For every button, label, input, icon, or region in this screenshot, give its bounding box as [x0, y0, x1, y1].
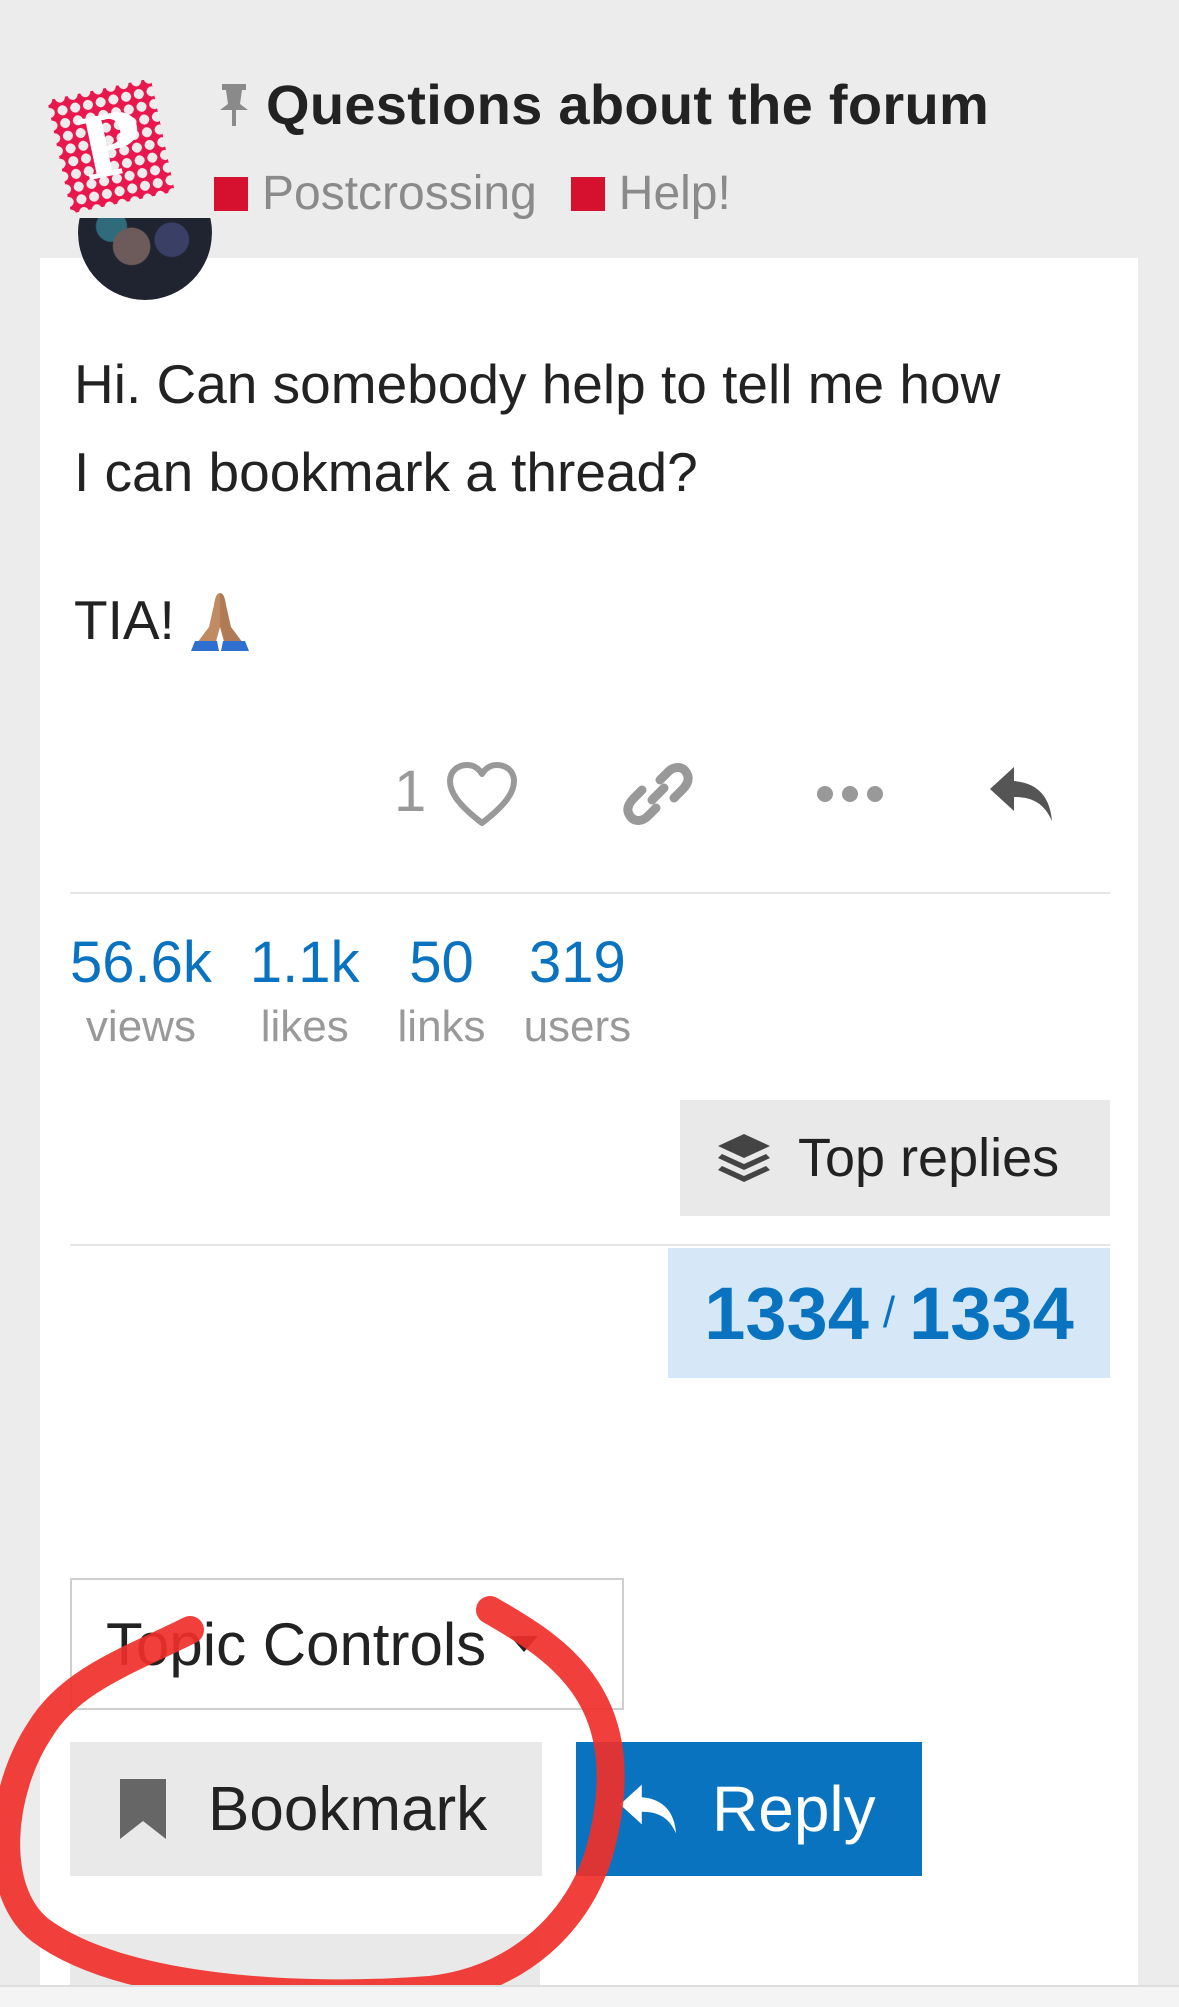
link-icon — [623, 763, 693, 825]
stat-value: 56.6k — [70, 930, 212, 995]
category-postcrossing[interactable]: Postcrossing — [214, 166, 537, 221]
stat-value: 1.1k — [249, 930, 360, 995]
topic-title[interactable]: Questions about the forum — [266, 72, 989, 137]
post-body: Hi. Can somebody help to tell me how I c… — [74, 340, 1114, 664]
reply-icon — [990, 767, 1052, 821]
reply-label: Reply — [712, 1773, 876, 1845]
like-count: 1 — [394, 759, 427, 824]
progress-total: 1334 — [909, 1271, 1074, 1355]
layers-icon — [718, 1134, 770, 1182]
like-button[interactable] — [442, 754, 522, 834]
stat-label: likes — [260, 1002, 349, 1051]
reply-button[interactable]: Reply — [576, 1742, 922, 1876]
post-body-line: I can bookmark a thread? — [74, 441, 698, 503]
bookmark-button[interactable]: Bookmark — [70, 1742, 542, 1876]
stat-links[interactable]: 50 links — [398, 928, 486, 1056]
post-body-line: TIA! — [74, 589, 175, 651]
category-help[interactable]: Help! — [570, 166, 731, 221]
logo-letter: P — [69, 90, 153, 201]
pin-icon — [220, 83, 248, 126]
post-reply-button[interactable] — [982, 754, 1062, 834]
more-icon — [817, 786, 883, 802]
title-row: Questions about the forum — [216, 72, 989, 137]
category-label: Help! — [618, 167, 731, 220]
pray-emoji-icon — [190, 593, 249, 651]
divider — [70, 1244, 1110, 1246]
topic-controls-dropdown[interactable]: Topic Controls — [70, 1578, 624, 1710]
top-replies-label: Top replies — [798, 1128, 1060, 1188]
category-color-swatch — [214, 176, 248, 211]
heart-icon — [447, 762, 517, 826]
stat-views: 56.6k views — [70, 928, 212, 1056]
avatar-image — [78, 218, 212, 300]
topic-progress[interactable]: 1334 / 1334 — [668, 1248, 1110, 1378]
stat-likes: 1.1k likes — [250, 928, 360, 1056]
progress-separator: / — [882, 1288, 896, 1337]
category-color-swatch — [570, 176, 605, 211]
bookmark-label: Bookmark — [208, 1774, 488, 1844]
stat-label: links — [397, 1002, 486, 1051]
more-button[interactable] — [810, 754, 890, 834]
stat-label: views — [85, 1002, 196, 1051]
progress-current: 1334 — [704, 1271, 869, 1355]
post-body-line: Hi. Can somebody help to tell me how — [74, 353, 1001, 415]
top-replies-button[interactable]: Top replies — [680, 1100, 1110, 1216]
post-body-signoff: TIA! — [74, 576, 1114, 664]
stat-value: 319 — [528, 930, 626, 995]
post-card: Hi. Can somebody help to tell me how I c… — [40, 218, 1138, 2007]
stat-value: 50 — [409, 930, 474, 995]
stat-users[interactable]: 319 users — [524, 928, 632, 1056]
caret-down-icon — [510, 1636, 539, 1652]
topic-stats: 56.6k views 1.1k likes 50 links 319 user… — [70, 928, 631, 1056]
site-logo[interactable]: P — [47, 78, 175, 214]
reply-icon — [620, 1784, 677, 1834]
divider — [70, 892, 1110, 894]
topic-controls-label: Topic Controls — [106, 1610, 487, 1678]
browser-bottom-edge — [0, 1985, 1179, 2007]
category-label: Postcrossing — [262, 167, 537, 220]
category-breadcrumb: Postcrossing Help! — [214, 166, 731, 221]
bookmark-icon — [120, 1779, 166, 1839]
share-link-button[interactable] — [618, 754, 698, 834]
post-actions: 1 — [40, 754, 1138, 834]
stat-label: users — [523, 1002, 632, 1051]
avatar[interactable] — [78, 218, 212, 300]
